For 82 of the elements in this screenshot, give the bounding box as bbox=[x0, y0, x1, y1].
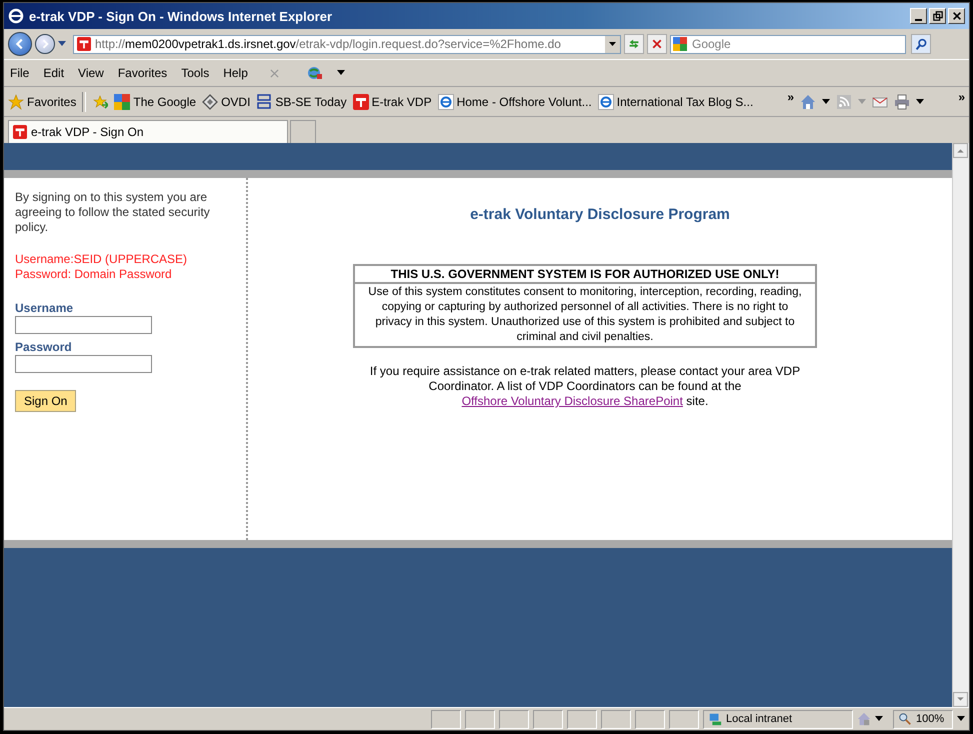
globe-icon[interactable] bbox=[306, 65, 323, 81]
caret-icon[interactable] bbox=[957, 716, 965, 722]
stop-button[interactable] bbox=[647, 34, 667, 54]
search-icon bbox=[914, 38, 928, 50]
menu-item[interactable]: File bbox=[10, 66, 30, 80]
favorite-link[interactable]: Home - Offshore Volunt... bbox=[438, 94, 592, 110]
warning-text: Use of this system constitutes consent to monitoring, interception, recording, reading, copying or capturing by authorized personnel of all activities. There is no right to privacy in this system. Unauthorized use of this system is prohibited and subject to criminal and civil penalties. bbox=[367, 285, 803, 345]
favorites-button[interactable]: Favorites bbox=[8, 94, 76, 110]
menu-item[interactable]: View bbox=[78, 66, 104, 80]
minimize-button[interactable] bbox=[910, 8, 927, 24]
browser-tab[interactable]: e-trak VDP - Sign On bbox=[8, 120, 288, 143]
forward-button[interactable] bbox=[35, 34, 55, 54]
menu-item[interactable]: Help bbox=[223, 66, 248, 80]
warning-title: THIS U.S. GOVERNMENT SYSTEM IS FOR AUTHORIZED USE ONLY! bbox=[355, 266, 815, 284]
site-icon bbox=[13, 125, 27, 139]
help-text: If you require assistance on e-trak related matters, please contact your area VDP Coordinator. A list of VDP Coordinators can be found at the Offshore Voluntary Disclosure SharePoint site. bbox=[368, 364, 802, 409]
page-heading: e-trak Voluntary Disclosure Program bbox=[470, 206, 730, 223]
security-zone[interactable]: Local intranet bbox=[703, 710, 853, 728]
printer-icon[interactable] bbox=[894, 94, 910, 110]
favorite-link[interactable]: International Tax Blog S... bbox=[598, 94, 754, 110]
more-favorites-button[interactable]: » bbox=[787, 90, 794, 104]
search-field[interactable]: Google bbox=[670, 34, 906, 54]
credential-hint: Password: Domain Password bbox=[15, 267, 173, 282]
diamond-icon bbox=[202, 94, 218, 110]
credential-hint: Username:SEID (UPPERCASE) bbox=[15, 252, 188, 267]
caret-icon[interactable] bbox=[336, 70, 345, 76]
menu-item[interactable]: Tools bbox=[181, 66, 210, 80]
refresh-icon bbox=[627, 37, 641, 51]
site-icon bbox=[352, 94, 369, 110]
browser-icon bbox=[8, 8, 24, 24]
input-field[interactable] bbox=[15, 316, 152, 334]
network-icon bbox=[708, 712, 722, 726]
status-pane bbox=[601, 710, 631, 728]
field-label: Username bbox=[15, 300, 74, 316]
input-field[interactable] bbox=[15, 355, 152, 373]
home-icon[interactable] bbox=[800, 94, 816, 110]
status-pane bbox=[635, 710, 665, 728]
minimize-icon bbox=[915, 18, 922, 20]
close-icon bbox=[952, 11, 962, 21]
field-label: Password bbox=[15, 339, 72, 355]
scrollbar[interactable] bbox=[952, 143, 969, 707]
zoom-level[interactable]: 100% bbox=[893, 710, 953, 728]
page-icon bbox=[438, 94, 454, 110]
favorite-link[interactable]: OVDI bbox=[202, 94, 250, 110]
sign-on-button[interactable]: Sign On bbox=[15, 390, 76, 412]
caret-icon[interactable] bbox=[875, 716, 883, 722]
restore-icon bbox=[932, 11, 942, 21]
dropdown-button[interactable] bbox=[605, 36, 620, 52]
address-field[interactable]: http://mem0200vpetrak1.ds.irsnet.gov/etrak-vdp/login.request.do?service=%2Fhome.do bbox=[73, 34, 621, 54]
status-pane bbox=[567, 710, 597, 728]
status-pane bbox=[465, 710, 495, 728]
close-button[interactable] bbox=[948, 8, 965, 24]
status-pane bbox=[669, 710, 699, 728]
caret-icon[interactable] bbox=[916, 98, 924, 104]
stop-icon bbox=[651, 38, 663, 50]
menu-item[interactable]: Edit bbox=[43, 66, 64, 80]
favorite-link[interactable]: E-trak VDP bbox=[352, 94, 432, 110]
tile-logo-icon bbox=[114, 94, 130, 110]
status-pane bbox=[431, 710, 461, 728]
caret-icon[interactable] bbox=[822, 98, 830, 104]
caret-icon[interactable] bbox=[58, 41, 66, 47]
add-favorite-icon[interactable] bbox=[92, 94, 108, 110]
favorite-link[interactable]: The Google bbox=[114, 94, 196, 110]
search-button[interactable] bbox=[911, 34, 931, 54]
site-icon bbox=[77, 37, 91, 51]
stacked-bars-icon bbox=[256, 94, 272, 110]
status-pane bbox=[499, 710, 529, 728]
page-icon bbox=[598, 94, 614, 110]
star-icon bbox=[8, 94, 24, 110]
menu-item[interactable]: Favorites bbox=[118, 66, 168, 80]
status-pane bbox=[533, 710, 563, 728]
search-provider-icon bbox=[673, 36, 687, 50]
policy-notice: By signing on to this system you are agreeing to follow the stated security policy. bbox=[15, 190, 211, 235]
restore-button[interactable] bbox=[929, 8, 946, 24]
magnifier-icon bbox=[898, 712, 912, 726]
scroll-down-button[interactable] bbox=[953, 692, 968, 707]
favorite-link[interactable]: SB-SE Today bbox=[256, 94, 347, 110]
more-tools-button[interactable]: » bbox=[958, 90, 965, 104]
sharepoint-link[interactable]: Offshore Voluntary Disclosure SharePoint bbox=[462, 394, 683, 408]
window-title: e-trak VDP - Sign On - Windows Internet Explorer bbox=[29, 8, 332, 24]
scroll-up-button[interactable] bbox=[953, 143, 968, 158]
back-button[interactable] bbox=[8, 32, 32, 56]
